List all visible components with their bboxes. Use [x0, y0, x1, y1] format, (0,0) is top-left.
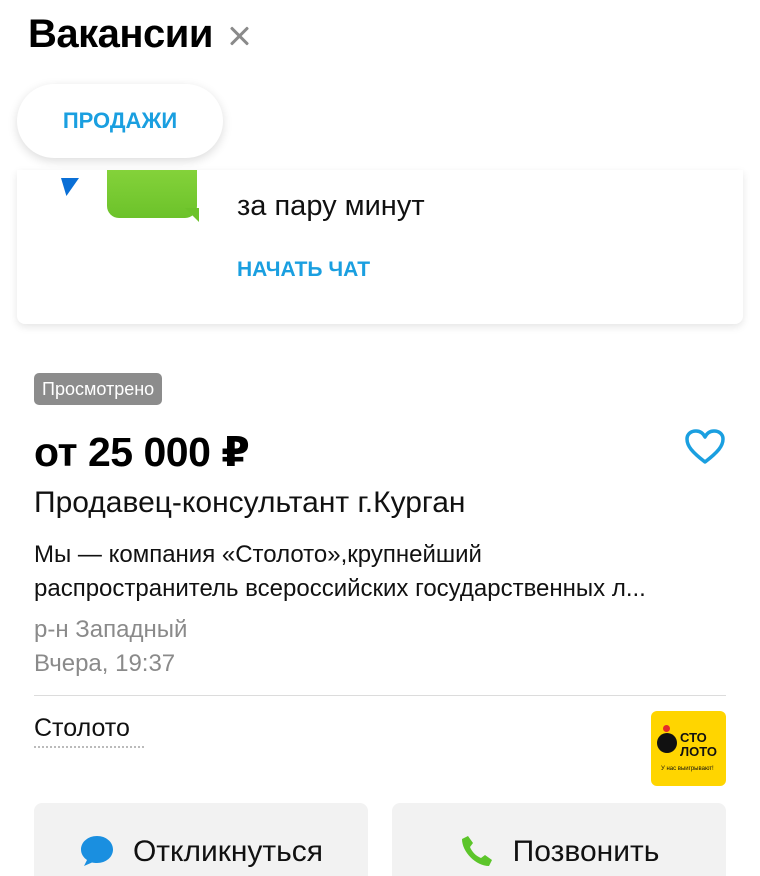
chat-bubble-green-icon: [107, 170, 197, 218]
chat-bubble-icon: [79, 833, 115, 869]
viewed-badge: Просмотрено: [34, 373, 163, 405]
job-title[interactable]: Продавец-консультант г.Курган: [34, 486, 465, 520]
page-title: Вакансии: [28, 11, 213, 56]
filter-chip-sales[interactable]: ПРОДАЖИ: [17, 84, 223, 158]
close-icon[interactable]: [227, 24, 251, 48]
district: р-н Западный: [34, 616, 188, 643]
call-button-label: Позвонить: [512, 835, 660, 868]
phone-icon: [459, 833, 495, 869]
job-description: Мы — компания «Столото»,крупнейший распр…: [34, 538, 734, 606]
company-logo[interactable]: СТО ЛОТО У нас выигрывают!: [651, 711, 726, 786]
chat-promo-text: за пару минут: [237, 190, 425, 222]
start-chat-link[interactable]: НАЧАТЬ ЧАТ: [237, 258, 370, 282]
call-button[interactable]: Позвонить: [392, 803, 726, 876]
chat-promo-card: за пару минут НАЧАТЬ ЧАТ: [17, 170, 743, 324]
heart-outline-icon[interactable]: [684, 428, 726, 466]
page-header: Вакансии: [28, 10, 251, 58]
logo-text-line1: СТО: [680, 730, 707, 745]
respond-button[interactable]: Откликнуться: [34, 803, 368, 876]
respond-button-label: Откликнуться: [132, 835, 324, 868]
logo-dot-icon: [663, 725, 670, 732]
posted-date: Вчера, 19:37: [34, 650, 176, 677]
salary: от 25 000 ₽: [34, 429, 250, 475]
description-line: распространитель всероссийских государст…: [34, 575, 646, 602]
logo-mark-icon: [657, 733, 677, 753]
company-name[interactable]: Столото: [34, 714, 130, 743]
description-line: Мы — компания «Столото»,крупнейший: [34, 541, 482, 568]
chat-bubble-blue-icon: [61, 178, 79, 196]
logo-text-line2: ЛОТО: [680, 744, 717, 759]
divider: [34, 695, 726, 696]
logo-tagline: У нас выигрывают!: [661, 766, 714, 772]
company-subtitle-clipped: [34, 746, 144, 750]
